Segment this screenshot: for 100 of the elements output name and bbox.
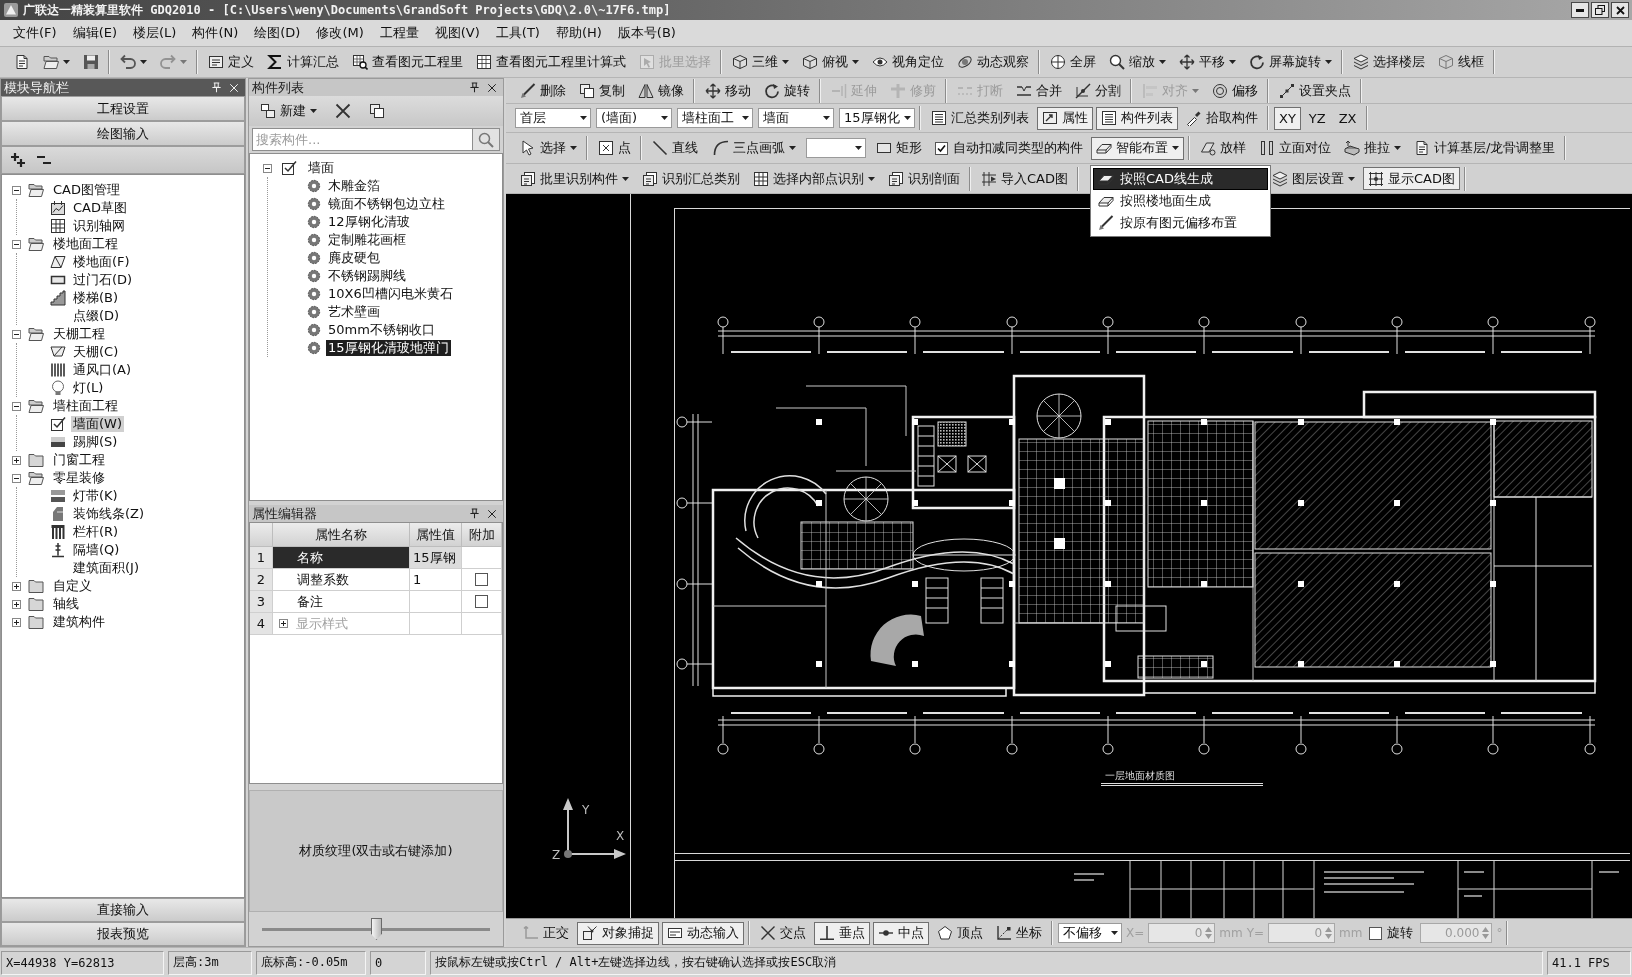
menu-item[interactable]: 楼层(L) xyxy=(125,22,185,44)
toolbar-button[interactable]: 新建 xyxy=(255,99,322,123)
menu-item[interactable]: 工具(T) xyxy=(487,22,548,44)
dropdown[interactable]: 15厚钢化 xyxy=(839,108,915,128)
pin-icon[interactable] xyxy=(469,82,480,93)
toolbar-button[interactable]: 点 xyxy=(593,136,636,160)
property-name[interactable]: 名称 xyxy=(273,547,410,569)
checkbox[interactable] xyxy=(475,573,488,586)
toolbar-button[interactable]: 删除 xyxy=(515,79,571,102)
checkbox[interactable] xyxy=(1369,926,1383,940)
menu-item[interactable]: 文件(F) xyxy=(5,22,65,44)
toolbar-button[interactable]: 查看图元工程里 xyxy=(347,50,468,74)
menu-item[interactable]: 修改(M) xyxy=(308,22,372,44)
toolbar-button[interactable]: 平移 xyxy=(1174,50,1241,74)
toolbar-button[interactable]: 批里识别构件 xyxy=(515,167,634,190)
pin-icon[interactable] xyxy=(469,508,480,519)
checkbox-label[interactable]: 自动扣减同类型的构件 xyxy=(953,139,1083,157)
toolbar-button[interactable]: 缩放 xyxy=(1104,50,1171,74)
menu-item[interactable]: 绘图(D) xyxy=(246,22,309,44)
collapse-icon[interactable] xyxy=(12,239,21,249)
toolbar-button[interactable]: 中点 xyxy=(873,921,929,945)
nav-button[interactable]: 绘图输入 xyxy=(1,121,245,146)
toolbar-button[interactable]: 俯视 xyxy=(797,50,864,74)
tree-item[interactable]: 踢脚(S) xyxy=(71,434,120,450)
tree-item[interactable]: 艺术壁画 xyxy=(326,304,382,320)
menu-item[interactable]: 按原有图元偏移布置 xyxy=(1093,211,1268,234)
toolbar-button[interactable]: 正交 xyxy=(518,921,574,945)
nav-button[interactable]: 工程设置 xyxy=(1,96,245,121)
search-field[interactable]: 搜索构件... xyxy=(252,128,473,151)
tree-item[interactable]: 不锈钢踢脚线 xyxy=(326,268,408,284)
toolbar-button[interactable]: 直线 xyxy=(647,136,703,160)
tree-item[interactable]: 零星装修 xyxy=(51,470,107,486)
close-button[interactable] xyxy=(1611,2,1629,18)
table-cell[interactable] xyxy=(410,613,462,635)
tree-item[interactable]: 天棚工程 xyxy=(51,326,107,342)
tree-item[interactable]: 门窗工程 xyxy=(51,452,107,468)
property-value[interactable]: 15厚钢 xyxy=(410,547,462,569)
toolbar-button[interactable]: 立面对位 xyxy=(1254,136,1336,160)
expand-icon[interactable] xyxy=(279,619,288,628)
toolbar-button[interactable]: 构件列表 xyxy=(1096,106,1178,130)
dropdown[interactable]: 首层 xyxy=(515,108,591,128)
toolbar-button[interactable]: 镜像 xyxy=(633,79,689,102)
toolbar-button[interactable]: 显示CAD图 xyxy=(1363,167,1460,190)
toolbar-button[interactable]: XY xyxy=(1274,106,1301,130)
menu-item[interactable]: 视图(V) xyxy=(426,22,488,44)
toolbar-button[interactable]: 合并 xyxy=(1011,79,1067,102)
dropdown[interactable] xyxy=(806,138,866,158)
toolbar-button[interactable]: 拾取构件 xyxy=(1181,106,1263,130)
toolbar-button[interactable]: 选择 xyxy=(515,136,582,160)
expand-icon[interactable] xyxy=(12,581,21,591)
collapse-icon[interactable] xyxy=(12,473,21,483)
tree-item[interactable]: 灯(L) xyxy=(71,380,106,396)
menu-item[interactable]: 按照CAD线生成 xyxy=(1093,167,1268,190)
toolbar-button[interactable]: 视角定位 xyxy=(867,50,949,74)
toolbar-button[interactable]: 识别汇总类别 xyxy=(637,167,745,190)
menu-item[interactable]: 构件(N) xyxy=(184,22,247,44)
tree-item[interactable]: 木雕金箔 xyxy=(326,178,382,194)
toolbar-button[interactable]: 全屏 xyxy=(1045,50,1101,74)
menu-item[interactable]: 工程量 xyxy=(371,22,427,44)
tree-item[interactable]: 楼地面(F) xyxy=(71,254,132,270)
tree-item[interactable]: 12厚钢化清玻 xyxy=(326,214,412,230)
tree-item[interactable]: 墙面 xyxy=(306,160,336,176)
toolbar-button[interactable]: 坐标 xyxy=(991,921,1047,945)
toolbar-button[interactable]: 移动 xyxy=(700,79,756,102)
tree-item[interactable]: 点缀(D) xyxy=(71,308,122,324)
toolbar-button[interactable]: 屏幕旋转 xyxy=(1244,50,1337,74)
toolbar-button[interactable]: 垂点 xyxy=(814,921,870,945)
tree-item[interactable]: 镜面不锈钢包边立柱 xyxy=(326,196,447,212)
toolbar-button[interactable]: 选择内部点识别 xyxy=(748,167,880,190)
toolbar-button[interactable]: 智能布置 xyxy=(1091,136,1184,160)
tree-item[interactable]: 墙柱面工程 xyxy=(51,398,120,414)
toolbar-button[interactable]: 交点 xyxy=(755,921,811,945)
toolbar-button[interactable]: 识别剖面 xyxy=(883,167,965,190)
close-icon[interactable] xyxy=(487,82,497,93)
dropdown[interactable]: (墙面) xyxy=(596,108,672,128)
toolbar-button[interactable]: 矩形 xyxy=(871,136,927,160)
tree-item[interactable]: 自定义 xyxy=(51,578,94,594)
restore-button[interactable] xyxy=(1591,2,1609,18)
tree-item[interactable]: 楼地面工程 xyxy=(51,236,120,252)
tree-item[interactable]: 轴线 xyxy=(51,596,81,612)
checkbox[interactable] xyxy=(935,141,948,155)
menu-item[interactable]: 编辑(E) xyxy=(64,22,125,44)
texture-panel[interactable]: 材质纹理(双击或右键添加) xyxy=(249,790,503,912)
toolbar-button[interactable]: 三维 xyxy=(727,50,794,74)
tree-item[interactable]: 麂皮硬包 xyxy=(326,250,382,266)
tree-item[interactable]: 15厚钢化清玻地弹门 xyxy=(326,340,451,356)
expand-all-icon[interactable] xyxy=(10,152,26,168)
tree-item[interactable]: CAD图管理 xyxy=(51,182,122,198)
toolbar-button[interactable]: 顶点 xyxy=(932,921,988,945)
toolbar-button[interactable]: 偏移 xyxy=(1207,79,1263,102)
tree-item[interactable]: 隔墙(Q) xyxy=(71,542,122,558)
tree-item[interactable]: 50mm不锈钢收口 xyxy=(326,322,437,338)
table-cell[interactable] xyxy=(410,591,462,613)
toolbar-button[interactable]: 动态观察 xyxy=(952,50,1034,74)
dropdown[interactable]: 墙面 xyxy=(758,108,834,128)
collapse-icon[interactable] xyxy=(12,185,21,195)
tree-item[interactable]: 灯带(K) xyxy=(71,488,120,504)
tree-item[interactable]: 天棚(C) xyxy=(71,344,121,360)
toolbar-button[interactable]: 定义 xyxy=(203,50,259,74)
tree-item[interactable]: 墙面(W) xyxy=(71,416,124,432)
